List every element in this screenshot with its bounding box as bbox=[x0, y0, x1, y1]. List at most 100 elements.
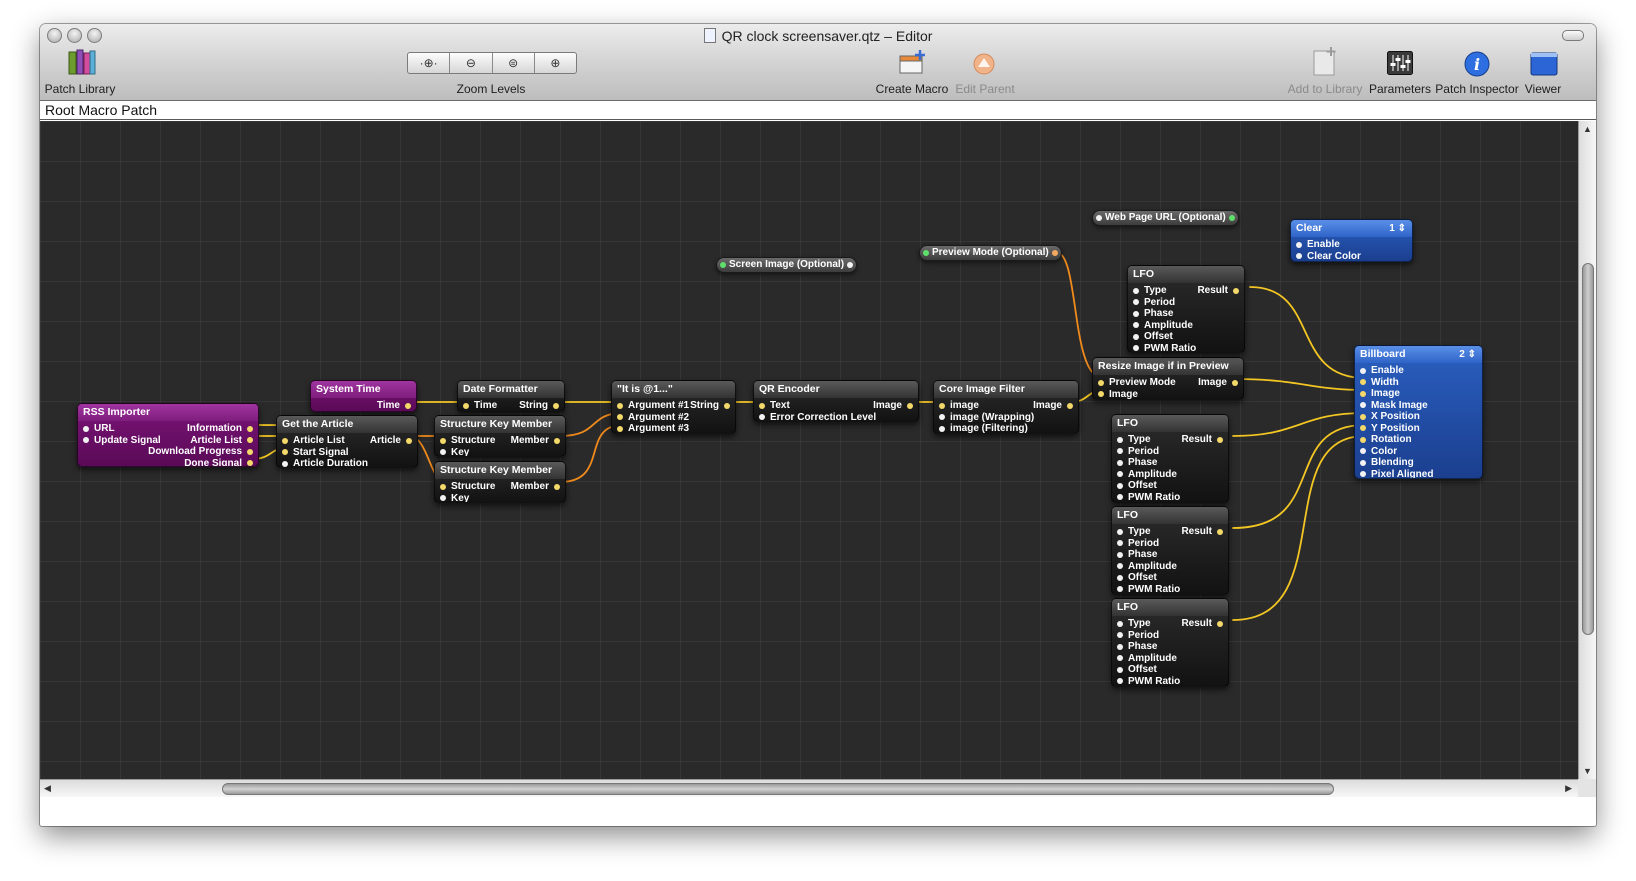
zoom-levels-control[interactable]: ·⊕· ⊖ ⊜ ⊕ bbox=[407, 52, 577, 74]
input-port-text[interactable]: Text bbox=[759, 400, 790, 412]
input-port-argument-1[interactable]: Argument #1 bbox=[617, 400, 689, 412]
input-port-key[interactable]: Key bbox=[440, 493, 469, 502]
input-port-image-filtering[interactable]: image (Filtering) bbox=[939, 423, 1028, 433]
get-article-patch[interactable]: Get the Article Article List Article Star… bbox=[276, 415, 418, 468]
zoom-fit-button[interactable]: ·⊕· bbox=[408, 53, 451, 73]
input-port-start-signal[interactable]: Start Signal bbox=[282, 447, 349, 459]
zoom-actual-button[interactable]: ⊜ bbox=[493, 53, 535, 73]
input-port-clear-color[interactable]: Clear Color bbox=[1296, 251, 1361, 261]
input-port-error-correction-level[interactable]: Error Correction Level bbox=[759, 412, 876, 421]
output-port-result[interactable]: Result bbox=[1181, 526, 1223, 538]
output-port-time[interactable]: Time bbox=[377, 400, 412, 411]
lfo-patch[interactable]: LFO Type Result Period Phase Amplitude Of… bbox=[1111, 414, 1229, 503]
input-port-argument-3[interactable]: Argument #3 bbox=[617, 423, 689, 433]
viewer-button[interactable] bbox=[1530, 51, 1558, 82]
input-port-pwm-ratio[interactable]: PWM Ratio bbox=[1117, 676, 1180, 686]
output-port-result[interactable]: Result bbox=[1181, 618, 1223, 630]
create-macro-button[interactable] bbox=[899, 49, 927, 80]
patch-editor-canvas[interactable]: Screen Image (Optional) Preview Mode (Op… bbox=[40, 121, 1578, 779]
input-port-enable[interactable]: Enable bbox=[1360, 365, 1404, 377]
resize-image-patch[interactable]: Resize Image if in Preview Preview Mode I… bbox=[1092, 357, 1244, 400]
input-port-y-position[interactable]: Y Position bbox=[1360, 423, 1420, 435]
system-time-patch[interactable]: System Time Time bbox=[310, 380, 417, 412]
input-port-blending[interactable]: Blending bbox=[1360, 457, 1414, 469]
input-port-article-duration[interactable]: Article Duration bbox=[282, 458, 368, 467]
input-port-image[interactable]: Image bbox=[1360, 388, 1400, 400]
add-to-library-label[interactable]: Add to Library bbox=[1288, 82, 1363, 96]
toolbar-toggle-button[interactable] bbox=[1562, 30, 1584, 41]
output-port-download-progress[interactable]: Download Progress bbox=[148, 446, 253, 458]
input-port-type[interactable]: Type bbox=[1133, 285, 1167, 297]
clear-patch[interactable]: Clear 1 ⇕ Enable Clear Color bbox=[1290, 219, 1413, 262]
qr-encoder-patch[interactable]: QR Encoder Text Image Error Correction Le… bbox=[753, 380, 919, 422]
scroll-down-arrow-icon[interactable]: ▼ bbox=[1583, 766, 1592, 776]
input-port-preview-mode[interactable]: Preview Mode bbox=[1098, 377, 1176, 389]
input-port-pixel-aligned[interactable]: Pixel Aligned bbox=[1360, 469, 1433, 478]
input-port-phase[interactable]: Phase bbox=[1117, 549, 1157, 561]
string-format-patch[interactable]: "It is @1..." Argument #1 String Argument… bbox=[611, 380, 736, 434]
output-port-string[interactable]: String bbox=[690, 400, 730, 412]
input-port-phase[interactable]: Phase bbox=[1117, 641, 1157, 653]
structure-key-member-patch[interactable]: Structure Key Member Structure Member Key bbox=[434, 461, 566, 503]
patch-inspector-label[interactable]: Patch Inspector bbox=[1435, 82, 1518, 96]
input-port-pwm-ratio[interactable]: PWM Ratio bbox=[1133, 343, 1196, 352]
input-port-phase[interactable]: Phase bbox=[1117, 457, 1157, 469]
input-port-structure[interactable]: Structure bbox=[440, 435, 495, 447]
output-port-article-list[interactable]: Article List bbox=[190, 435, 253, 447]
layer-number-stepper[interactable]: 1 ⇕ bbox=[1389, 220, 1406, 237]
core-image-filter-patch[interactable]: Core Image Filter image Image image (Wrap… bbox=[933, 380, 1079, 434]
input-port-amplitude[interactable]: Amplitude bbox=[1117, 653, 1177, 665]
add-to-library-button[interactable] bbox=[1312, 46, 1340, 81]
input-port-width[interactable]: Width bbox=[1360, 377, 1399, 389]
input-port-color[interactable]: Color bbox=[1360, 446, 1397, 458]
lfo-patch[interactable]: LFO Type Result Period Phase Amplitude Of… bbox=[1111, 598, 1229, 687]
billboard-patch[interactable]: Billboard 2 ⇕ Enable Width Image Mask Ima… bbox=[1354, 345, 1483, 479]
input-port-x-position[interactable]: X Position bbox=[1360, 411, 1420, 423]
output-port-member[interactable]: Member bbox=[511, 481, 561, 493]
vertical-scroll-thumb[interactable] bbox=[1582, 263, 1594, 635]
input-port-mask-image[interactable]: Mask Image bbox=[1360, 400, 1428, 412]
parameters-button[interactable] bbox=[1387, 51, 1413, 80]
output-port-image[interactable]: Image bbox=[1033, 400, 1073, 412]
edit-parent-button[interactable] bbox=[973, 53, 995, 80]
input-port-phase[interactable]: Phase bbox=[1133, 308, 1173, 320]
input-port-period[interactable]: Period bbox=[1117, 446, 1159, 458]
input-port-offset[interactable]: Offset bbox=[1133, 331, 1173, 343]
input-port-enable[interactable]: Enable bbox=[1296, 239, 1340, 251]
layer-number-stepper[interactable]: 2 ⇕ bbox=[1459, 346, 1476, 363]
scroll-left-arrow-icon[interactable]: ◀ bbox=[44, 783, 51, 794]
input-port-offset[interactable]: Offset bbox=[1117, 572, 1157, 584]
lfo-patch[interactable]: LFO Type Result Period Phase Amplitude Of… bbox=[1127, 265, 1245, 353]
zoom-in-button[interactable]: ⊕ bbox=[535, 53, 576, 73]
input-port-amplitude[interactable]: Amplitude bbox=[1117, 561, 1177, 573]
output-port-article[interactable]: Article bbox=[370, 435, 413, 447]
patch-inspector-button[interactable]: i bbox=[1464, 51, 1490, 82]
edit-parent-label[interactable]: Edit Parent bbox=[955, 82, 1014, 96]
input-port-pwm-ratio[interactable]: PWM Ratio bbox=[1117, 492, 1180, 502]
patch-library-label[interactable]: Patch Library bbox=[45, 82, 116, 96]
input-port-image[interactable]: image bbox=[939, 400, 979, 412]
input-port-amplitude[interactable]: Amplitude bbox=[1117, 469, 1177, 481]
scroll-up-arrow-icon[interactable]: ▲ bbox=[1583, 124, 1592, 134]
output-port-image[interactable]: Image bbox=[1198, 377, 1238, 389]
input-port-key[interactable]: Key bbox=[440, 447, 469, 456]
input-port-amplitude[interactable]: Amplitude bbox=[1133, 320, 1193, 332]
input-port-time[interactable]: Time bbox=[463, 400, 497, 411]
output-port-image[interactable]: Image bbox=[873, 400, 913, 412]
input-port-offset[interactable]: Offset bbox=[1117, 480, 1157, 492]
published-web-page-url[interactable]: Web Page URL (Optional) bbox=[1092, 210, 1239, 226]
input-port-type[interactable]: Type bbox=[1117, 618, 1151, 630]
create-macro-label[interactable]: Create Macro bbox=[876, 82, 949, 96]
input-port-image[interactable]: Image bbox=[1098, 389, 1138, 399]
lfo-patch[interactable]: LFO Type Result Period Phase Amplitude Of… bbox=[1111, 506, 1229, 595]
viewer-label[interactable]: Viewer bbox=[1525, 82, 1561, 96]
input-port-period[interactable]: Period bbox=[1133, 297, 1175, 309]
input-port-period[interactable]: Period bbox=[1117, 630, 1159, 642]
input-port-offset[interactable]: Offset bbox=[1117, 664, 1157, 676]
output-port-done-signal[interactable]: Done Signal bbox=[184, 458, 253, 466]
output-port-information[interactable]: Information bbox=[187, 423, 253, 435]
output-port-result[interactable]: Result bbox=[1181, 434, 1223, 446]
rss-importer-patch[interactable]: RSS Importer URL Information Update Signa… bbox=[77, 403, 259, 467]
input-port-pwm-ratio[interactable]: PWM Ratio bbox=[1117, 584, 1180, 594]
zoom-out-button[interactable]: ⊖ bbox=[450, 53, 493, 73]
